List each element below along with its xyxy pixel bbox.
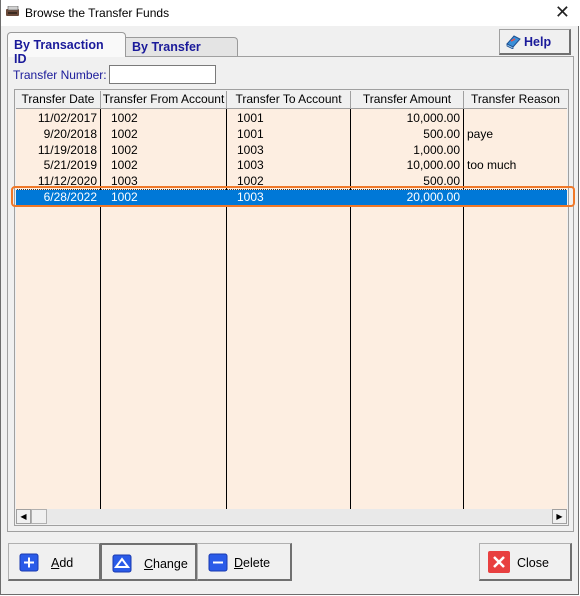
delete-label: Delete (234, 556, 270, 570)
delete-mnemonic: D (234, 556, 244, 570)
help-button[interactable]: Help (499, 29, 571, 55)
change-button[interactable]: Change (100, 543, 197, 581)
cell-transfer-to: 1003 (237, 158, 264, 172)
cell-transfer-reason (467, 174, 567, 189)
change-label-rest: hange (153, 557, 188, 571)
cell-transfer-to: 1003 (237, 190, 264, 204)
transfers-grid: Transfer Date Transfer From Account Tran… (14, 89, 569, 526)
window-title: Browse the Transfer Funds (25, 6, 170, 20)
cell-transfer-reason (467, 111, 567, 126)
close-x-icon (488, 551, 510, 573)
cell-transfer-to: 1001 (237, 111, 264, 125)
cell-transfer-to: 1001 (237, 127, 264, 141)
add-label-rest: dd (59, 556, 74, 570)
cell-transfer-date: 6/28/2022 (43, 190, 97, 204)
cell-transfer-amount: 20,000.00 (406, 190, 460, 204)
window-close-icon[interactable]: ✕ (555, 2, 570, 23)
tab-by-transfer-date[interactable]: By Transfer Date (125, 37, 238, 68)
cell-transfer-from: 1003 (111, 174, 138, 188)
help-book-icon (506, 35, 521, 49)
cell-transfer-amount: 500.00 (423, 174, 460, 188)
change-mnemonic: C (144, 557, 154, 571)
cell-transfer-from: 1002 (111, 127, 138, 141)
cell-transfer-amount: 500.00 (423, 127, 460, 141)
delete-button[interactable]: Delete (197, 543, 292, 581)
transfer-number-input[interactable] (109, 65, 216, 84)
transfer-number-label: Transfer Number: (13, 68, 107, 82)
column-header-transfer-from-account[interactable]: Transfer From Account (101, 91, 227, 109)
grid-body: Transfer Date Transfer From Account Tran… (16, 91, 567, 509)
browse-transfer-funds-window: Browse the Transfer Funds ✕ By Transacti… (0, 0, 580, 595)
cell-transfer-from: 1002 (111, 158, 138, 172)
table-row[interactable]: 9/20/2018 1002 1001 500.00 paye (16, 127, 567, 142)
cell-transfer-amount: 10,000.00 (406, 158, 460, 172)
column-header-transfer-date[interactable]: Transfer Date (16, 91, 101, 109)
cell-transfer-amount: 10,000.00 (406, 111, 460, 125)
table-row-selected[interactable]: 6/28/2022 1002 1003 20,000.00 (16, 189, 567, 206)
column-header-transfer-to-account[interactable]: Transfer To Account (227, 91, 351, 109)
cell-transfer-date: 11/19/2018 (37, 143, 97, 157)
delete-label-rest: elete (243, 556, 271, 570)
scroll-left-arrow-icon[interactable]: ◀ (16, 509, 31, 524)
cell-transfer-to: 1002 (237, 174, 264, 188)
cell-transfer-reason: paye (467, 127, 494, 141)
close-label: Close (517, 556, 549, 570)
horizontal-scrollbar[interactable]: ◀ ▶ (16, 509, 567, 524)
cell-transfer-date: 9/20/2018 (43, 127, 97, 141)
scroll-right-arrow-icon[interactable]: ▶ (552, 509, 567, 524)
cell-transfer-date: 5/21/2019 (43, 158, 97, 172)
change-triangle-icon (112, 554, 132, 573)
cell-transfer-from: 1002 (111, 111, 138, 125)
column-header-transfer-reason[interactable]: Transfer Reason (464, 91, 567, 109)
cell-transfer-reason (467, 143, 567, 158)
table-row[interactable]: 11/19/2018 1002 1003 1,000.00 (16, 143, 567, 158)
plus-icon (19, 553, 39, 572)
minus-icon (208, 553, 228, 572)
table-row[interactable]: 5/21/2019 1002 1003 10,000.00 too much (16, 158, 567, 173)
cell-transfer-amount: 1,000.00 (413, 143, 460, 157)
cell-transfer-from: 1002 (111, 190, 138, 204)
cell-transfer-reason (467, 190, 567, 205)
app-icon (6, 6, 19, 16)
column-header-transfer-amount[interactable]: Transfer Amount (351, 91, 464, 109)
cell-transfer-reason: too much (467, 158, 517, 172)
cell-transfer-from: 1002 (111, 143, 138, 157)
cell-transfer-to: 1003 (237, 143, 264, 157)
add-button[interactable]: Add (8, 543, 101, 581)
title-bar: Browse the Transfer Funds ✕ (1, 0, 580, 26)
tab-by-transaction-id[interactable]: By Transaction ID (7, 32, 126, 66)
scrollbar-thumb[interactable] (31, 509, 47, 524)
cell-transfer-date: 11/02/2017 (37, 111, 97, 125)
table-row[interactable]: 11/12/2020 1003 1002 500.00 (16, 174, 567, 189)
add-label: Add (51, 556, 73, 570)
close-button[interactable]: Close (479, 543, 572, 581)
change-label: Change (144, 557, 188, 571)
help-label: Help (524, 35, 552, 49)
table-row[interactable]: 11/02/2017 1002 1001 10,000.00 (16, 111, 567, 126)
cell-transfer-date: 11/12/2020 (37, 174, 97, 188)
